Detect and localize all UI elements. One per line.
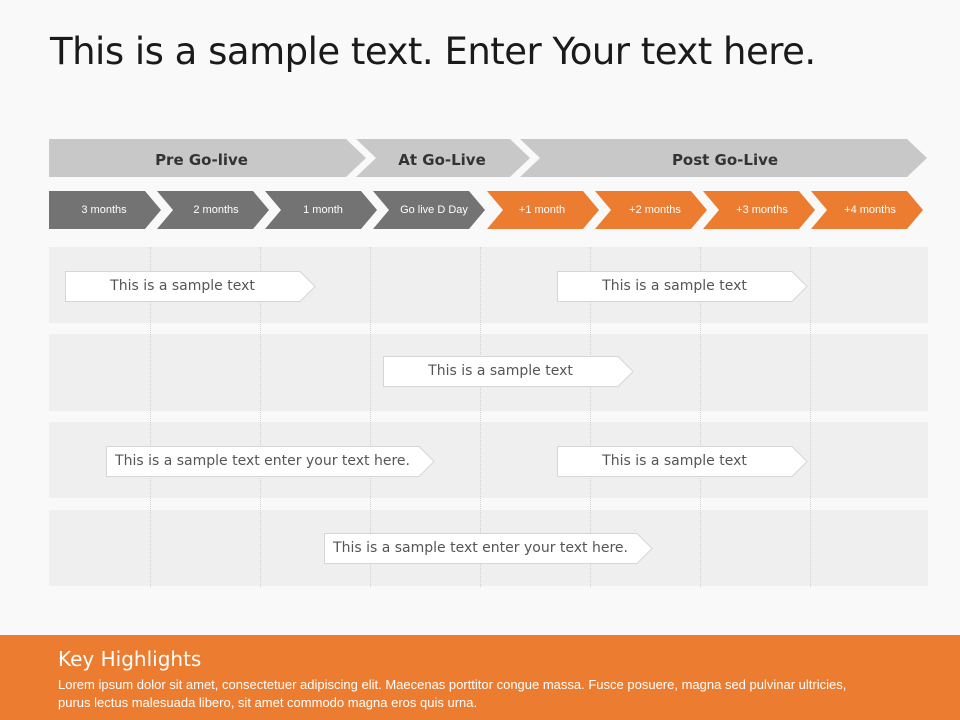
- step-label: +3 months: [736, 204, 788, 216]
- phase-label-post: Post Go-Live: [671, 151, 779, 169]
- callout: This is a sample text enter your text he…: [106, 446, 435, 477]
- callout: This is a sample text enter your text he…: [324, 533, 653, 564]
- step-label: 2 months: [193, 204, 239, 216]
- step-label: +4 months: [844, 204, 896, 216]
- callout: This is a sample text: [557, 446, 808, 477]
- step-label: +2 months: [629, 204, 681, 216]
- step-label: Go live D Day: [400, 204, 468, 216]
- phase-label-pre: Pre Go-live: [155, 151, 248, 169]
- step-label: 1 month: [303, 204, 343, 216]
- step-label: 3 months: [81, 204, 127, 216]
- callout: This is a sample text: [65, 271, 316, 302]
- key-highlights-body: Lorem ipsum dolor sit amet, consectetuer…: [58, 677, 847, 710]
- step-label: +1 month: [518, 204, 566, 216]
- callout: This is a sample text: [383, 356, 634, 387]
- phase-label-at: At Go-Live: [398, 151, 486, 169]
- key-highlights-heading: Key Highlights: [58, 647, 202, 671]
- key-highlights-panel: Key Highlights Lorem ipsum dolor sit ame…: [0, 635, 960, 720]
- callout: This is a sample text: [557, 271, 808, 302]
- grid-line: [810, 247, 811, 587]
